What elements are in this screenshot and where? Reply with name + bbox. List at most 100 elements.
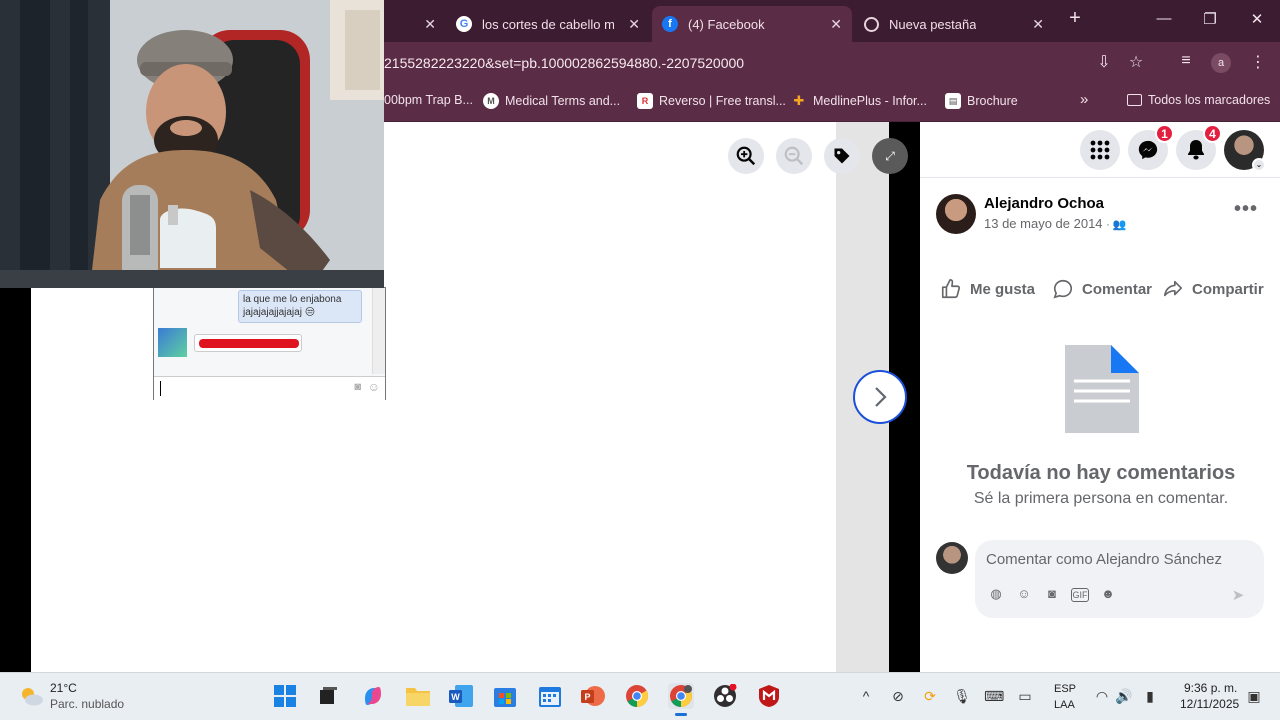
close-tab-icon[interactable]: ✕ <box>830 16 842 33</box>
current-user-avatar[interactable] <box>936 542 968 574</box>
notification-center-icon[interactable]: ▣ <box>1244 688 1264 706</box>
chat-bubble: la que me lo enjabona jajajajajjajajaj 😒 <box>238 290 362 323</box>
no-camera-icon[interactable]: ⊘ <box>888 688 908 706</box>
new-tab-button[interactable]: + <box>1063 7 1087 30</box>
chevron-right-icon <box>875 387 887 407</box>
more-options-button[interactable]: ••• <box>1234 198 1258 221</box>
bookmark-label: MedlinePlus - Infor... <box>813 94 927 108</box>
notifications-badge: 4 <box>1203 124 1222 143</box>
close-window-button[interactable]: ✕ <box>1245 10 1269 28</box>
menu-button[interactable] <box>1080 130 1120 170</box>
mcafee-app[interactable] <box>756 683 782 709</box>
author-avatar[interactable] <box>936 194 976 234</box>
language-code[interactable]: ESP <box>1054 683 1076 695</box>
microphone-icon[interactable]: 🎙 <box>952 688 972 706</box>
google-icon: G <box>456 16 472 32</box>
tab-title: los cortes de cabello mas <box>482 16 614 32</box>
messenger-button[interactable]: 1 <box>1128 124 1174 170</box>
chrome-app[interactable] <box>624 683 650 709</box>
weather-temp[interactable]: 21°C <box>50 681 77 695</box>
keyboard-icon[interactable]: ⌨ <box>984 688 1004 706</box>
zoom-in-icon <box>736 146 756 166</box>
file-explorer-app[interactable] <box>405 683 431 709</box>
comment-label: Comentar <box>1082 280 1153 298</box>
menu-kebab-icon[interactable]: ⋮ <box>1247 52 1269 74</box>
minimize-button[interactable]: — <box>1152 10 1176 27</box>
bookmark-medlineplus[interactable]: ✚ MedlinePlus - Infor... <box>791 93 927 109</box>
share-label: Compartir <box>1192 280 1264 298</box>
chat-avatar <box>158 328 187 357</box>
copilot-icon <box>365 687 381 705</box>
weather-icon[interactable] <box>18 685 44 707</box>
close-tab-icon[interactable]: ✕ <box>1032 16 1044 33</box>
notifications-button[interactable]: 4 <box>1176 124 1222 170</box>
comment-button[interactable]: Comentar <box>1052 278 1152 300</box>
calendar-app[interactable] <box>537 683 563 709</box>
messenger-badge: 1 <box>1155 124 1174 143</box>
tray-overflow-button[interactable]: ^ <box>856 688 876 706</box>
tab-facebook[interactable]: f (4) Facebook ✕ <box>652 6 852 42</box>
camera-icon: ◙ <box>354 381 361 393</box>
account-avatar[interactable]: ⌄ <box>1224 130 1266 172</box>
post-date[interactable]: 13 de mayo de 2014 · 👥 <box>984 216 1127 231</box>
gif-icon[interactable]: GIF <box>1071 588 1089 602</box>
weather-desc[interactable]: Parc. nublado <box>50 697 124 711</box>
start-button[interactable] <box>272 683 298 709</box>
share-button[interactable]: Compartir <box>1162 278 1264 300</box>
word-app[interactable]: W <box>448 683 474 709</box>
clock-time[interactable]: 9:36 p. m. <box>1184 681 1237 695</box>
chrome-icon <box>626 685 648 707</box>
bookmarks-overflow-button[interactable]: » <box>1080 91 1088 108</box>
chat-scrollbar <box>372 288 385 374</box>
install-app-icon[interactable]: ⇩ <box>1093 52 1115 74</box>
author-name[interactable]: Alejandro Ochoa <box>984 195 1104 212</box>
bookmark-medical-terms[interactable]: M Medical Terms and... <box>483 93 620 109</box>
active-indicator <box>675 713 687 716</box>
zoom-in-button[interactable] <box>728 138 764 174</box>
zoom-out-button[interactable] <box>776 138 812 174</box>
emoji-icon[interactable]: ☺ <box>1015 586 1033 604</box>
task-view-button[interactable] <box>315 683 341 709</box>
display-icon[interactable]: ▭ <box>1015 688 1035 706</box>
media-control-icon[interactable]: ≡ <box>1175 52 1197 74</box>
doc-icon: ▤ <box>945 93 961 109</box>
url-field[interactable]: 2155282223220&set=pb.100002862594880.-22… <box>384 55 744 71</box>
bookmark-trap[interactable]: 00bpm Trap B... <box>384 93 473 107</box>
tab-nueva[interactable]: Nueva pestaña ✕ <box>854 6 1054 42</box>
restore-button[interactable]: ❐ <box>1198 10 1222 28</box>
store-app[interactable] <box>492 683 518 709</box>
comment-icon <box>1053 279 1073 299</box>
bookmark-brochure[interactable]: ▤ Brochure <box>945 93 1018 109</box>
powerpoint-app[interactable]: P <box>580 683 606 709</box>
next-photo-button[interactable] <box>853 370 907 424</box>
copilot-app[interactable] <box>360 683 386 709</box>
avatar-sticker-icon[interactable]: ◍ <box>987 586 1005 604</box>
volume-icon[interactable]: 🔊 <box>1114 688 1134 706</box>
close-tab-icon[interactable]: ✕ <box>424 16 436 33</box>
sync-icon[interactable]: ⟳ <box>920 688 940 706</box>
wifi-icon[interactable]: ◠ <box>1092 688 1112 706</box>
all-bookmarks-folder[interactable]: Todos los marcadores <box>1127 93 1270 107</box>
comment-input[interactable]: Comentar como Alejandro Sánchez ◍ ☺ ◙ GI… <box>975 540 1264 618</box>
sticker-icon[interactable]: ☻ <box>1099 586 1117 604</box>
close-tab-icon[interactable]: ✕ <box>628 16 640 33</box>
bookmark-star-icon[interactable]: ☆ <box>1125 52 1147 74</box>
camera-icon[interactable]: ◙ <box>1043 586 1061 604</box>
language-layout[interactable]: LAA <box>1054 699 1075 711</box>
like-label: Me gusta <box>970 280 1036 298</box>
send-icon[interactable]: ➤ <box>1229 586 1247 604</box>
chrome-profile-app[interactable] <box>668 683 694 716</box>
profile-avatar[interactable]: a <box>1211 53 1231 73</box>
tag-button[interactable] <box>824 138 860 174</box>
tab-hidden[interactable]: ✕ <box>384 6 446 42</box>
empty-comments-title: Todavía no hay comentarios <box>966 462 1236 484</box>
bookmark-reverso[interactable]: R Reverso | Free transl... <box>637 93 786 109</box>
reverso-icon: R <box>637 93 653 109</box>
obs-app[interactable] <box>712 683 738 709</box>
clock-date[interactable]: 12/11/2025 <box>1180 697 1239 711</box>
like-button[interactable]: Me gusta <box>940 278 1035 300</box>
fullscreen-button[interactable]: ⤢ <box>872 138 908 174</box>
tab-cortes[interactable]: G los cortes de cabello mas ✕ <box>446 6 650 42</box>
chat-screenshot: la que me lo enjabona jajajajajjajajaj 😒… <box>153 287 386 400</box>
battery-icon[interactable]: ▮ <box>1140 688 1160 706</box>
